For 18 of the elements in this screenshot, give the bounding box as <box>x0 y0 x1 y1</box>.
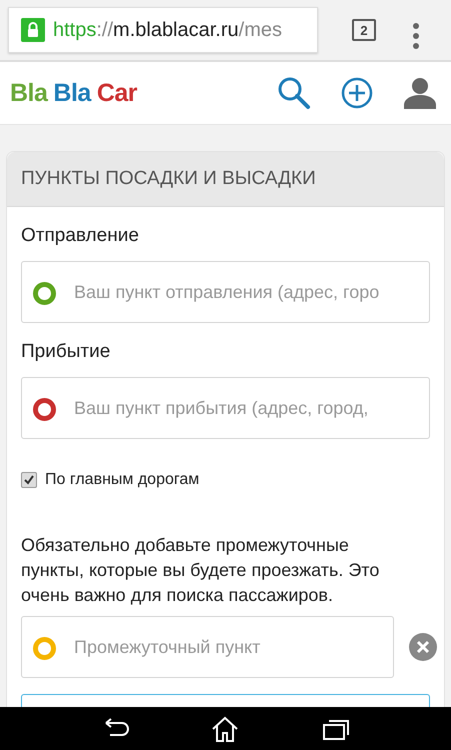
tab-count-button[interactable]: 2 <box>352 19 376 41</box>
input-field[interactable]: Ваш пункт отправления (адрес, горо <box>21 261 430 323</box>
field-label: Отправление <box>21 225 140 247</box>
checkbox[interactable] <box>21 472 37 488</box>
checkbox-label[interactable]: По главным дорогам <box>45 471 200 489</box>
add-icon[interactable] <box>341 77 373 109</box>
hint-text: Обязательно добавьте промежуточные пункты, которые вы будете проезжать. Это очень важно для поиска пассажиров. <box>21 534 380 607</box>
home-icon[interactable] <box>210 714 240 742</box>
search-icon[interactable] <box>277 76 311 110</box>
input-field[interactable]: Промежуточный пункт <box>21 616 394 678</box>
overflow-menu-icon[interactable] <box>412 22 420 50</box>
input-field[interactable]: Ваш пункт прибытия (адрес, город, <box>21 377 430 439</box>
field-label: Прибытие <box>21 341 112 363</box>
section-title: ПУНКТЫ ПОСАДКИ И ВЫСАДКИ <box>21 168 316 190</box>
remove-button[interactable] <box>409 633 437 661</box>
logo[interactable]: Bla Bla Car <box>10 78 137 108</box>
url-field[interactable]: https://m.blablacar.ru/mes <box>8 7 318 53</box>
user-icon[interactable] <box>403 77 437 109</box>
